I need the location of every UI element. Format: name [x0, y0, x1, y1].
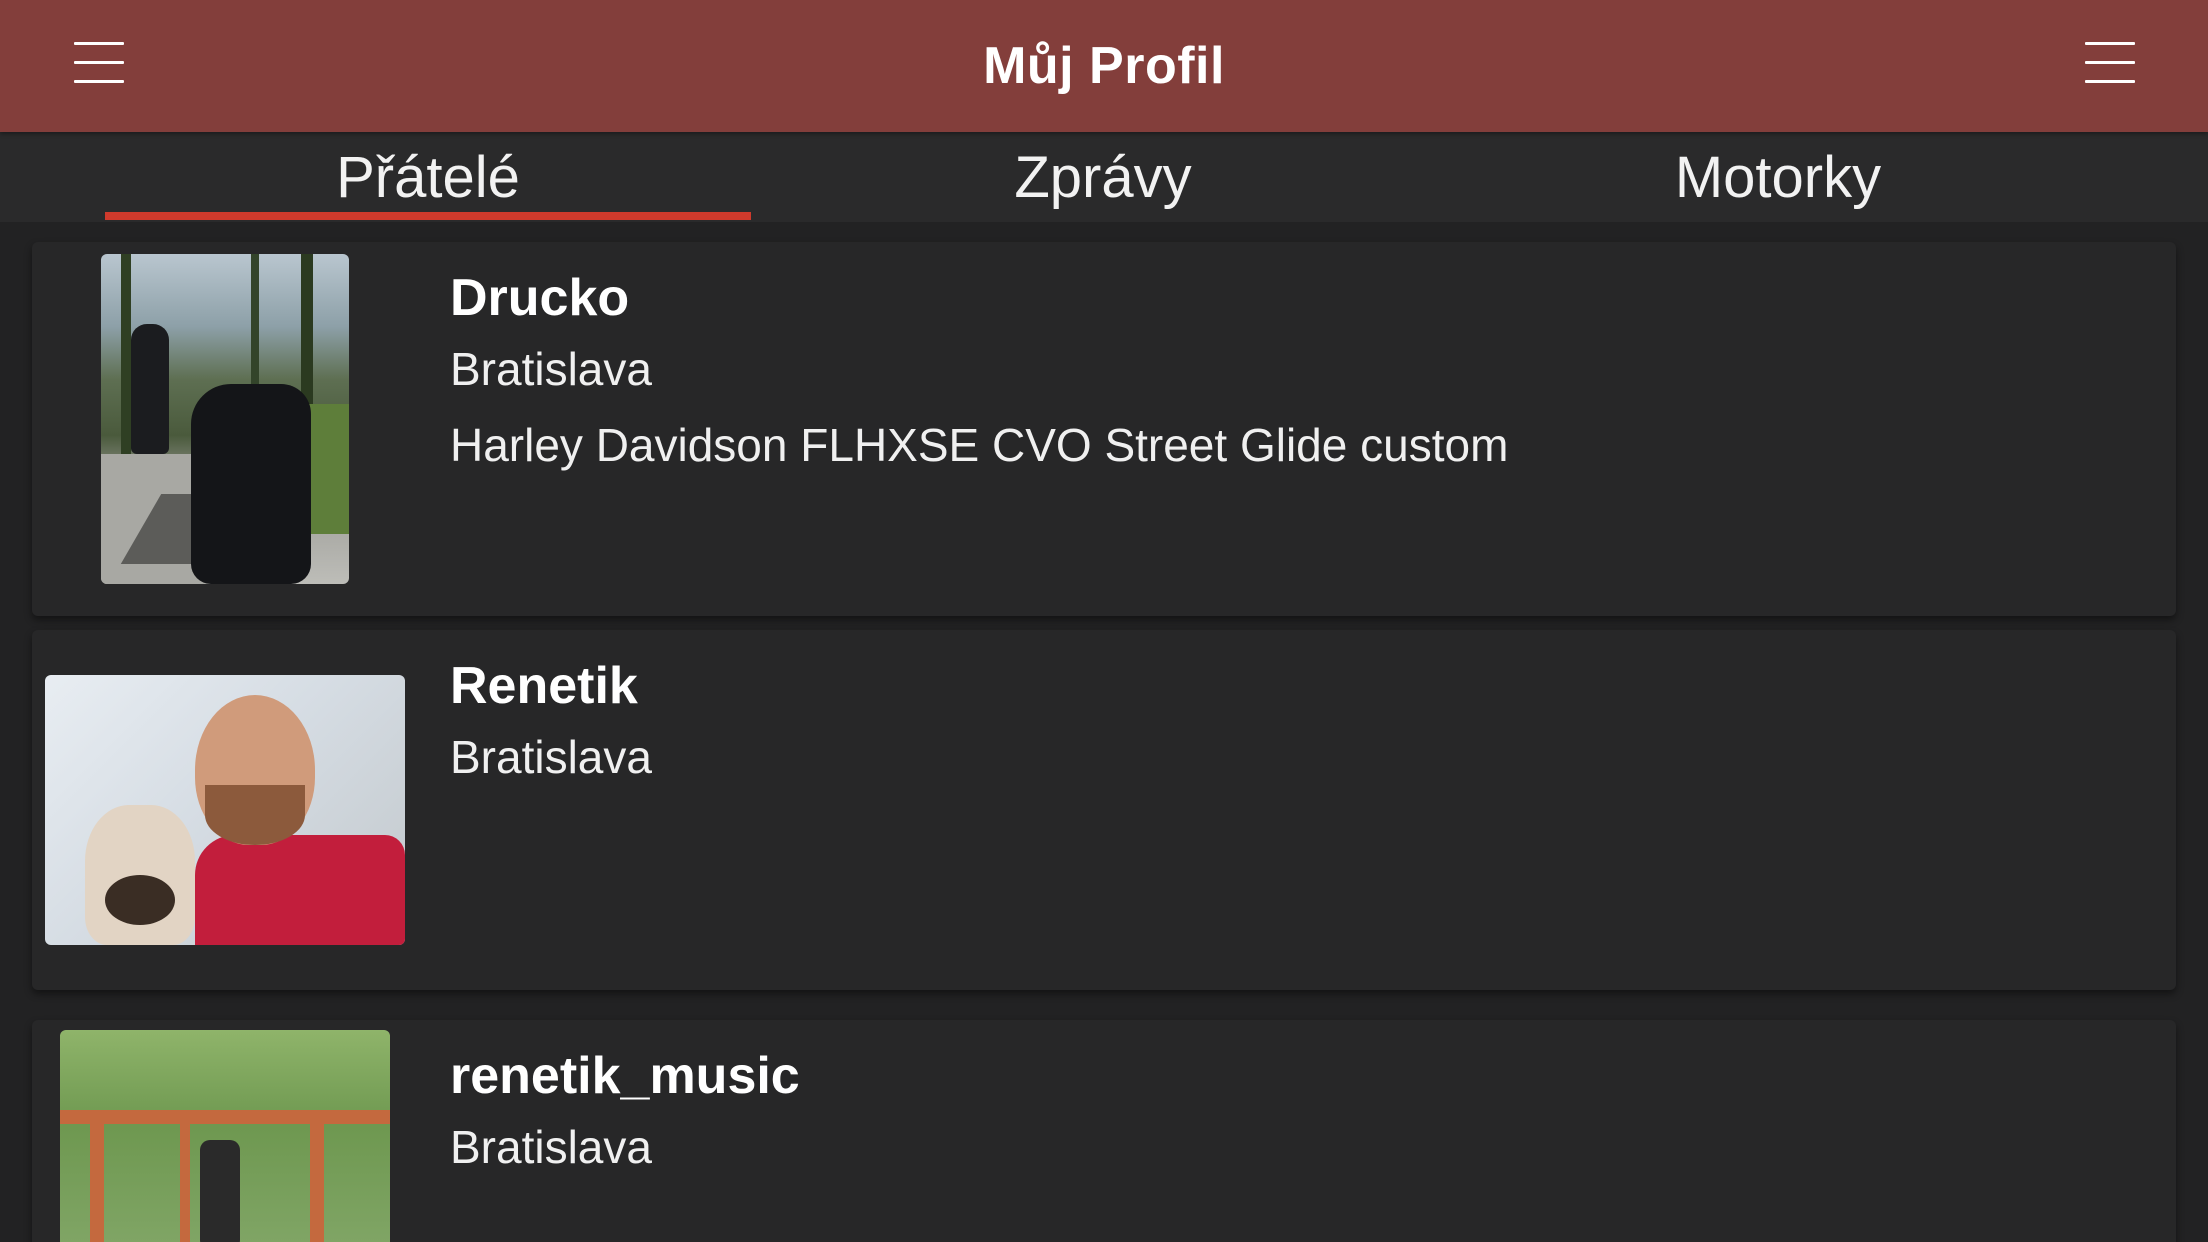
page-title: Můj Profil: [983, 37, 1225, 95]
friend-name: Renetik: [450, 657, 638, 715]
tab-pratele[interactable]: Přátelé: [105, 132, 751, 222]
tab-motorky[interactable]: Motorky: [1455, 132, 2101, 222]
friend-city: Bratislava: [450, 731, 652, 783]
tab-zpravy[interactable]: Zprávy: [780, 132, 1426, 222]
friend-name: Drucko: [450, 269, 630, 327]
friend-photo: [101, 254, 349, 584]
friend-card[interactable]: renetik_music Bratislava: [32, 1020, 2176, 1242]
friend-city: Bratislava: [450, 343, 652, 395]
left-menu-icon[interactable]: [74, 40, 124, 84]
active-tab-indicator: [105, 212, 751, 220]
friend-city: Bratislava: [450, 1121, 652, 1173]
friend-bike: Harley Davidson FLHXSE CVO Street Glide …: [450, 419, 1509, 471]
right-menu-icon[interactable]: [2085, 40, 2135, 84]
friend-name: renetik_music: [450, 1047, 800, 1105]
friend-card[interactable]: Drucko Bratislava Harley Davidson FLHXSE…: [32, 242, 2176, 616]
tab-bar: Přátelé Zprávy Motorky: [0, 132, 2208, 222]
friend-photo: [60, 1030, 390, 1242]
friend-card[interactable]: Renetik Bratislava: [32, 630, 2176, 990]
app-root: Můj Profil Přátelé Zprávy Motorky Drucko…: [0, 0, 2208, 1242]
friend-photo: [45, 675, 405, 945]
app-header: Můj Profil: [0, 0, 2208, 132]
